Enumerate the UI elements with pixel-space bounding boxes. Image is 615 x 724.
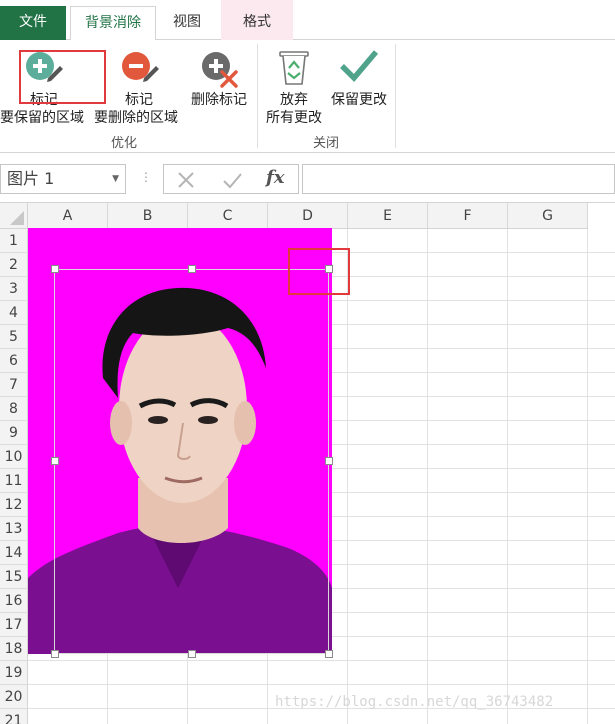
- row-header-12[interactable]: 12: [0, 493, 28, 517]
- row-header-2[interactable]: 2: [0, 253, 28, 277]
- row-header-21[interactable]: 21: [0, 709, 28, 724]
- mark-remove-button[interactable]: 标记 要删除的区域: [94, 44, 186, 128]
- resize-handle-bottom-left[interactable]: [51, 650, 59, 658]
- group-label-refine: 优化: [110, 136, 137, 151]
- discard-changes-button[interactable]: 放弃 所有更改: [262, 44, 326, 128]
- mark-remove-label-1: 标记: [125, 92, 153, 108]
- checkmark-icon: [340, 50, 379, 83]
- tab-file[interactable]: 文件: [0, 6, 66, 40]
- delete-mark-button[interactable]: 删除标记: [186, 44, 252, 108]
- resize-handle-bottom-right[interactable]: [325, 650, 333, 658]
- group-separator: [257, 44, 258, 148]
- row-header-14[interactable]: 14: [0, 541, 28, 565]
- insert-function-icon[interactable]: fx: [266, 167, 284, 188]
- column-header-d[interactable]: D: [268, 203, 348, 229]
- grid-line-vertical: [427, 229, 428, 724]
- row-header-19[interactable]: 19: [0, 661, 28, 685]
- delete-mark-icon: [202, 52, 238, 88]
- resize-handle-top-center[interactable]: [188, 265, 196, 273]
- row-header-15[interactable]: 15: [0, 565, 28, 589]
- row-header-6[interactable]: 6: [0, 349, 28, 373]
- row-header-20[interactable]: 20: [0, 685, 28, 709]
- tab-view[interactable]: 视图: [158, 6, 216, 40]
- row-header-1[interactable]: 1: [0, 229, 28, 253]
- row-header-8[interactable]: 8: [0, 397, 28, 421]
- column-header-g[interactable]: G: [508, 203, 588, 229]
- column-header-b[interactable]: B: [108, 203, 188, 229]
- name-box-value: 图片 1: [7, 169, 55, 188]
- handle-highlight-box: [288, 248, 350, 295]
- row-header-3[interactable]: 3: [0, 277, 28, 301]
- select-all-triangle-icon: [10, 211, 24, 225]
- column-header-f[interactable]: F: [428, 203, 508, 229]
- resize-handle-middle-right[interactable]: [325, 457, 333, 465]
- grid-line-vertical: [347, 229, 348, 724]
- group-separator: [395, 44, 396, 148]
- cancel-icon[interactable]: [174, 168, 198, 192]
- name-box[interactable]: 图片 1 ▼: [0, 164, 126, 194]
- keep-changes-button[interactable]: 保留更改: [326, 44, 392, 108]
- row-header-5[interactable]: 5: [0, 325, 28, 349]
- row-header-18[interactable]: 18: [0, 637, 28, 661]
- ribbon-tab-bar: 文件 背景消除 视图 格式: [0, 0, 615, 41]
- discard-label-1: 放弃: [280, 92, 308, 108]
- highlight-box: [19, 50, 106, 104]
- enter-icon[interactable]: [220, 168, 244, 192]
- tab-format[interactable]: 格式: [221, 0, 293, 40]
- row-header-7[interactable]: 7: [0, 373, 28, 397]
- grid-line-horizontal: [28, 660, 615, 661]
- row-header-11[interactable]: 11: [0, 469, 28, 493]
- dots-icon: ⋮: [140, 170, 152, 184]
- chevron-down-icon[interactable]: ▼: [112, 165, 119, 193]
- resize-handle-bottom-center[interactable]: [188, 650, 196, 658]
- watermark-text: https://blog.csdn.net/qq_36743482: [275, 694, 554, 710]
- column-header-e[interactable]: E: [348, 203, 428, 229]
- discard-label-2: 所有更改: [266, 110, 322, 126]
- resize-handle-middle-left[interactable]: [51, 457, 59, 465]
- row-header-13[interactable]: 13: [0, 517, 28, 541]
- row-header-17[interactable]: 17: [0, 613, 28, 637]
- row-header-16[interactable]: 16: [0, 589, 28, 613]
- mark-remove-label-2: 要删除的区域: [94, 110, 178, 126]
- recycle-bin-icon: [279, 51, 309, 85]
- formula-actions: fx: [163, 164, 299, 194]
- formula-bar: 图片 1 ▼ ⋮ fx: [0, 162, 615, 196]
- mark-keep-label-2: 要保留的区域: [0, 110, 84, 126]
- grid-line-horizontal: [28, 684, 615, 685]
- column-header-a[interactable]: A: [28, 203, 108, 229]
- minus-pencil-icon: [122, 52, 159, 82]
- formula-input[interactable]: [302, 164, 615, 194]
- removal-selection-frame[interactable]: [54, 269, 329, 654]
- row-header-10[interactable]: 10: [0, 445, 28, 469]
- tab-background-removal[interactable]: 背景消除: [70, 6, 156, 41]
- delete-mark-label: 删除标记: [191, 92, 247, 108]
- grid-line-vertical: [507, 229, 508, 724]
- select-all-corner[interactable]: [0, 203, 28, 229]
- keep-changes-label: 保留更改: [331, 92, 387, 108]
- column-header-c[interactable]: C: [188, 203, 268, 229]
- row-header-9[interactable]: 9: [0, 421, 28, 445]
- grid-line-vertical: [587, 229, 588, 724]
- row-header-4[interactable]: 4: [0, 301, 28, 325]
- resize-handle-top-left[interactable]: [51, 265, 59, 273]
- group-label-close: 关闭: [312, 136, 339, 151]
